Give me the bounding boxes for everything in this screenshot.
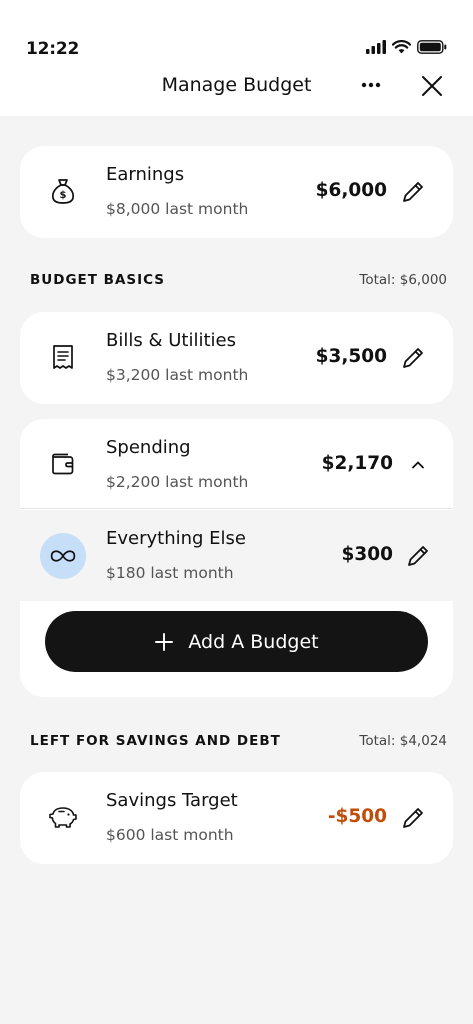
savings-target-title: Savings Target	[106, 790, 238, 811]
spending-card: Spending $2,200 last month $2,170 Everyt…	[20, 419, 453, 697]
chevron-up-icon	[412, 461, 424, 469]
spending-amount: $2,170	[321, 453, 393, 474]
spending-row[interactable]: Spending $2,200 last month $2,170	[20, 419, 453, 509]
earnings-title: Earnings	[106, 164, 185, 185]
add-budget-label: Add A Budget	[188, 630, 319, 653]
budget-basics-label: BUDGET BASICS	[30, 272, 166, 288]
top-bar: 12:22 Manage Budget	[0, 0, 473, 116]
budget-basics-total: Total: $6,000	[359, 272, 447, 288]
cellular-signal-icon	[366, 40, 386, 54]
pencil-icon	[403, 182, 423, 202]
savings-section-label: LEFT FOR SAVINGS AND DEBT	[30, 733, 281, 749]
spending-last-month: $2,200 last month	[106, 473, 249, 491]
bills-edit-button[interactable]	[398, 343, 428, 373]
status-time: 12:22	[26, 39, 80, 59]
page-title: Manage Budget	[161, 74, 312, 96]
close-icon	[422, 76, 442, 96]
savings-target-amount: -$500	[327, 806, 387, 827]
savings-target-last-month: $600 last month	[106, 826, 234, 844]
wifi-icon	[392, 40, 411, 54]
everything-else-last-month: $180 last month	[106, 564, 234, 582]
close-button[interactable]	[416, 70, 448, 102]
earnings-row[interactable]: $ Earnings $8,000 last month $6,000	[20, 146, 453, 236]
savings-target-row[interactable]: Savings Target $600 last month -$500	[20, 772, 453, 862]
savings-section-total: Total: $4,024	[359, 733, 447, 749]
bills-row[interactable]: Bills & Utilities $3,200 last month $3,5…	[20, 312, 453, 402]
spending-collapse-button[interactable]	[403, 450, 433, 480]
plus-icon	[155, 632, 174, 651]
more-horizontal-icon	[361, 82, 381, 88]
pencil-icon	[403, 808, 423, 828]
receipt-icon	[46, 340, 80, 374]
everything-else-title: Everything Else	[106, 528, 247, 549]
svg-text:$: $	[60, 190, 67, 201]
piggy-bank-icon	[46, 800, 80, 834]
bills-amount: $3,500	[315, 346, 387, 367]
infinity-icon	[40, 533, 86, 579]
bills-last-month: $3,200 last month	[106, 366, 249, 384]
pencil-icon	[408, 546, 428, 566]
bills-title: Bills & Utilities	[106, 330, 236, 351]
pencil-icon	[403, 348, 423, 368]
everything-else-amount: $300	[341, 544, 394, 565]
status-icons	[366, 40, 447, 54]
savings-card: Savings Target $600 last month -$500	[20, 772, 453, 864]
savings-target-edit-button[interactable]	[398, 803, 428, 833]
earnings-last-month: $8,000 last month	[106, 200, 249, 218]
spending-title: Spending	[106, 437, 191, 458]
everything-else-row[interactable]: Everything Else $180 last month $300	[20, 510, 453, 601]
earnings-amount: $6,000	[315, 180, 387, 201]
money-bag-icon: $	[46, 174, 80, 208]
earnings-card: $ Earnings $8,000 last month $6,000	[20, 146, 453, 238]
everything-else-edit-button[interactable]	[403, 541, 433, 571]
wallet-icon	[46, 447, 80, 481]
bills-card: Bills & Utilities $3,200 last month $3,5…	[20, 312, 453, 404]
add-budget-button[interactable]: Add A Budget	[45, 611, 428, 672]
more-options-button[interactable]	[354, 70, 388, 100]
earnings-edit-button[interactable]	[398, 177, 428, 207]
battery-icon	[417, 40, 447, 54]
